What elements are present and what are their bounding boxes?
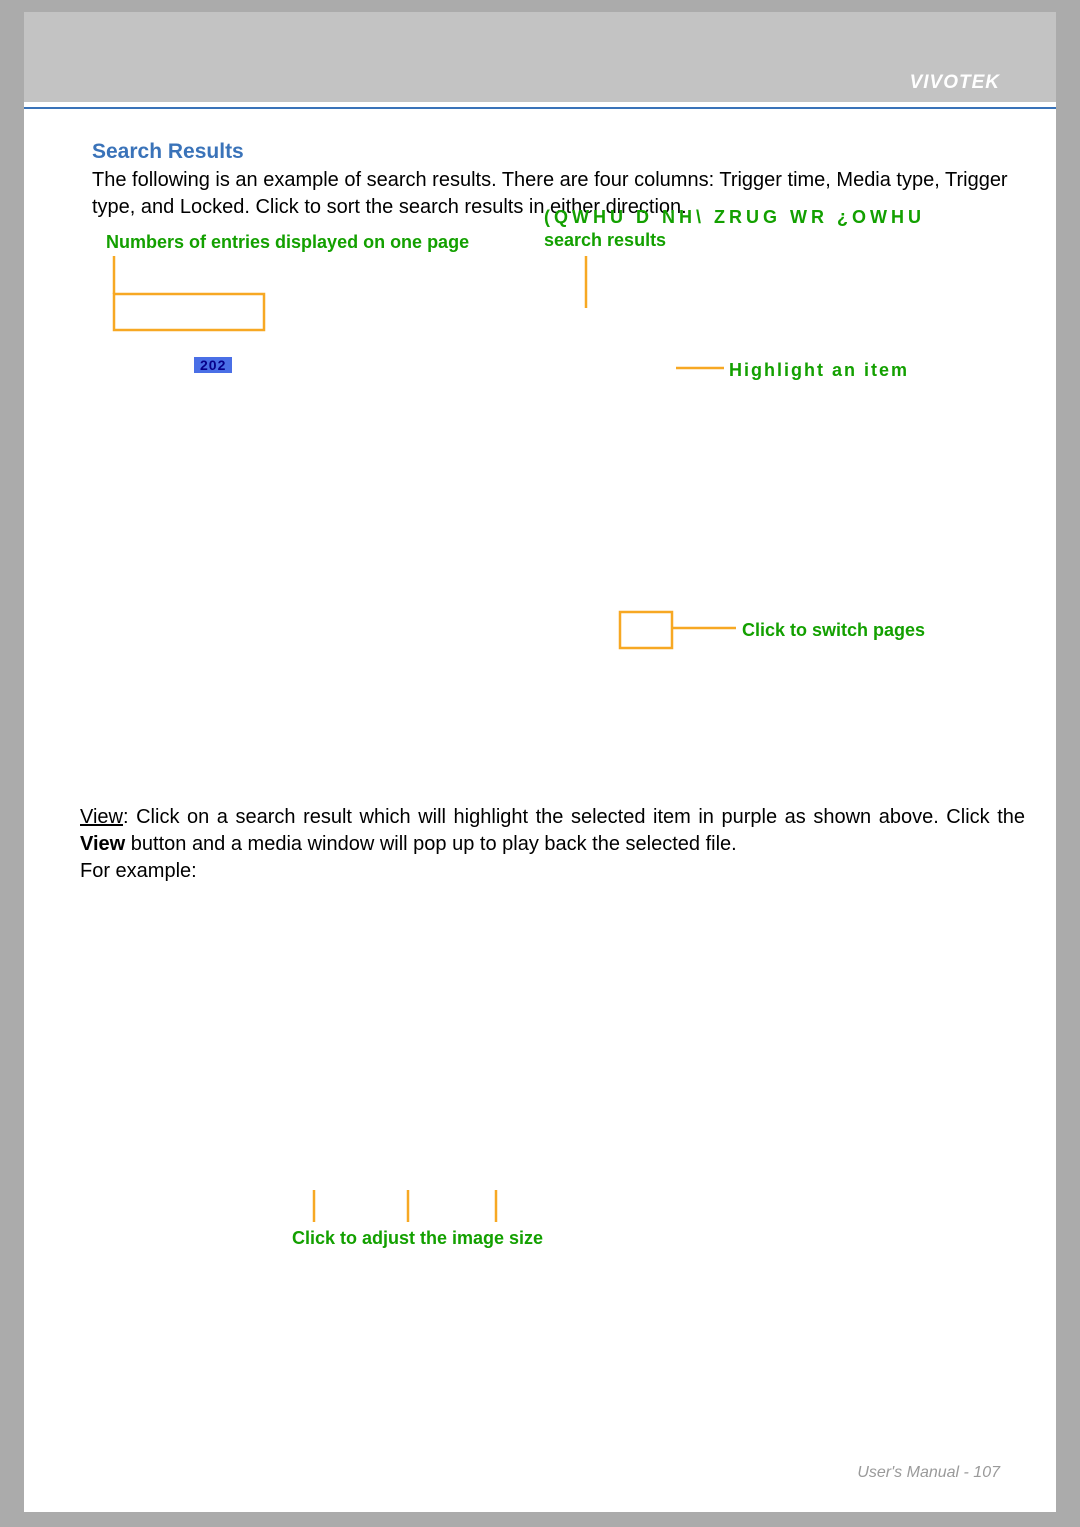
view-paragraph: View: Click on a search result which wil… [80,804,1025,885]
footer-text: User's Manual - 107 [857,1464,1000,1482]
view-line-3: For example: [80,860,197,882]
highlight-number-chip: 202 [194,357,232,373]
callout-highlight-item: Highlight an item [729,358,909,382]
divider-rule [24,107,1056,109]
view-lead-underline: View [80,806,123,828]
callout-enter-keyword: (QWHU D NH\ ZRUG WR ¿OWHU [544,207,925,228]
document-page: VIVOTEK Search Results The following is … [24,12,1056,1512]
header-band [24,12,1056,102]
callout-entries-per-page: Numbers of entries displayed on one page [106,232,469,253]
view-rest-1: : Click on a search result which will hi… [123,806,1025,828]
callout-adjust-image-size: Click to adjust the image size [292,1228,543,1249]
view-bold-1: View [80,833,125,855]
brand-text: VIVOTEK [910,72,1000,94]
view-rest-2: button and a media window will pop up to… [125,833,736,855]
callout-switch-pages: Click to switch pages [742,618,925,642]
section-title: Search Results [92,140,244,164]
callout-search-results: search results [544,230,666,251]
